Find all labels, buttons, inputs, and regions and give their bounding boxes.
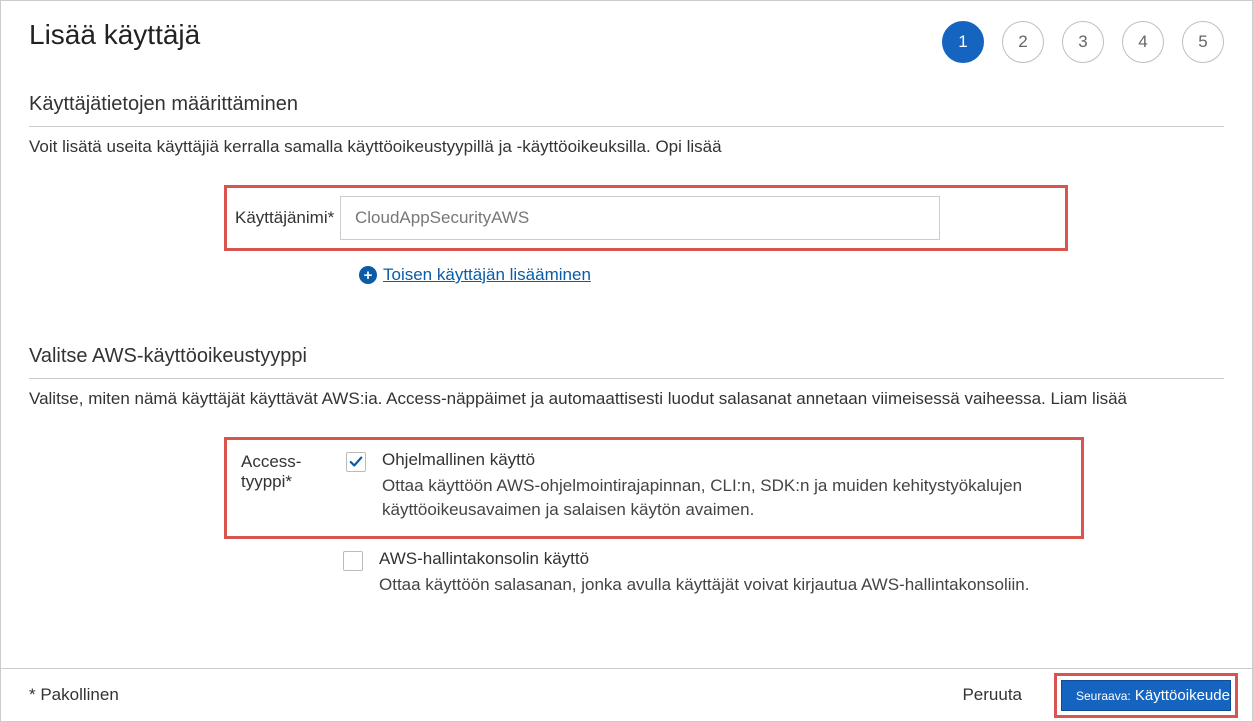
check-icon <box>349 455 363 469</box>
cancel-button[interactable]: Peruuta <box>962 685 1022 705</box>
next-label: Käyttöoikeudet <box>1135 687 1231 704</box>
username-input[interactable] <box>340 196 940 240</box>
access-type-label: Access-tyyppi* <box>241 450 346 522</box>
option-programmatic-desc: Ottaa käyttöön AWS-ohjelmointirajapinnan… <box>382 474 1067 522</box>
option-console-row: AWS-hallintakonsolin käyttö Ottaa käyttö… <box>224 539 1084 611</box>
username-highlight: Käyttäjänimi* <box>224 185 1068 251</box>
username-label: Käyttäjänimi* <box>235 208 340 228</box>
section-user-details-desc: Voit lisätä useita käyttäjiä kerralla sa… <box>29 137 1224 157</box>
required-note: * Pakollinen <box>29 685 119 705</box>
add-another-user-link[interactable]: + Toisen käyttäjän lisääminen <box>359 265 1224 285</box>
add-user-wizard: Lisää käyttäjä 1 2 3 4 5 Käyttäjätietoje… <box>0 0 1253 722</box>
add-another-user-label: Toisen käyttäjän lisääminen <box>383 265 591 285</box>
next-prefix: Seuraava: <box>1076 689 1131 703</box>
option-console-desc: Ottaa käyttöön salasanan, jonka avulla k… <box>379 573 1070 597</box>
plus-icon: + <box>359 266 377 284</box>
next-permissions-button[interactable]: Seuraava: Käyttöoikeudet <box>1061 680 1231 711</box>
checkbox-programmatic[interactable] <box>346 452 366 472</box>
section-access-type-title: Valitse AWS-käyttöoikeustyyppi <box>29 345 1224 368</box>
section-user-details-title: Käyttäjätietojen määrittäminen <box>29 93 1224 116</box>
next-button-highlight: Seuraava: Käyttöoikeudet <box>1054 673 1238 718</box>
option-programmatic-title: Ohjelmallinen käyttö <box>382 450 1067 470</box>
step-1[interactable]: 1 <box>942 21 984 63</box>
section-rule <box>29 126 1224 127</box>
access-type-highlight: Access-tyyppi* Ohjelmallinen käyttö Otta… <box>224 437 1084 539</box>
wizard-steps: 1 2 3 4 5 <box>942 19 1224 63</box>
section-access-type-desc: Valitse, miten nämä käyttäjät käyttävät … <box>29 389 1224 409</box>
step-4[interactable]: 4 <box>1122 21 1164 63</box>
step-2[interactable]: 2 <box>1002 21 1044 63</box>
checkbox-console[interactable] <box>343 551 363 571</box>
wizard-footer: * Pakollinen Peruuta Seuraava: Käyttöoik… <box>1 668 1252 721</box>
option-console-title: AWS-hallintakonsolin käyttö <box>379 549 1070 569</box>
section-rule-2 <box>29 378 1224 379</box>
step-3[interactable]: 3 <box>1062 21 1104 63</box>
step-5[interactable]: 5 <box>1182 21 1224 63</box>
page-title: Lisää käyttäjä <box>29 19 200 51</box>
